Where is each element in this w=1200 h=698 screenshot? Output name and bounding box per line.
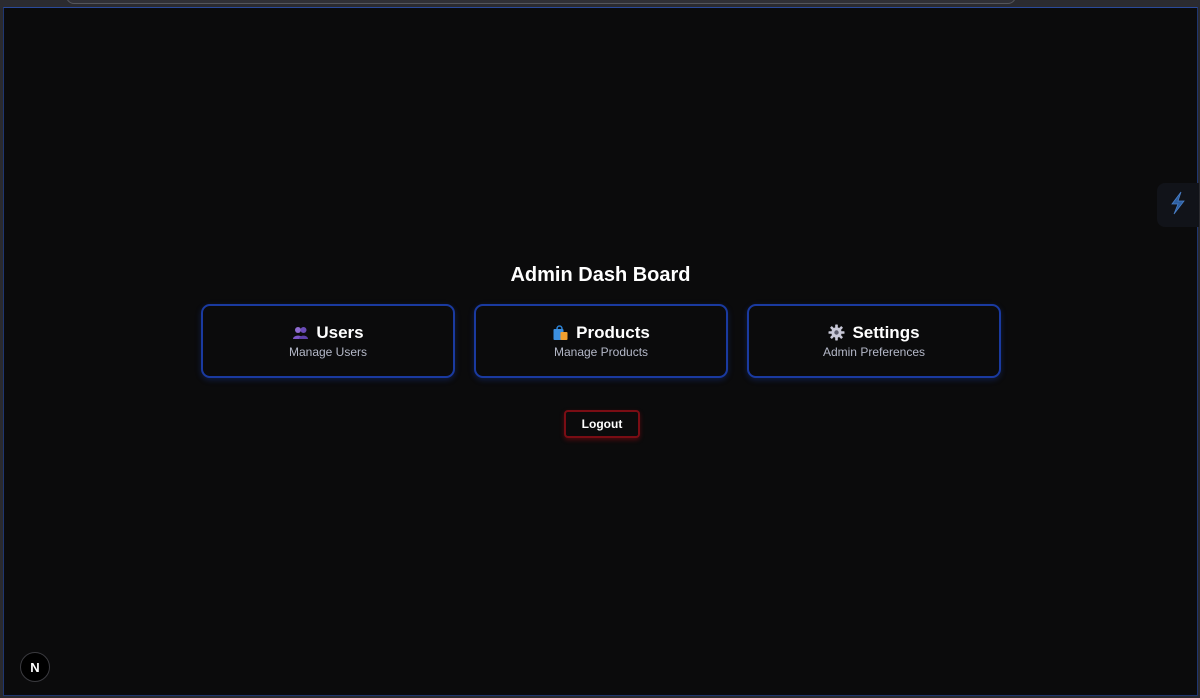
products-card-description: Manage Products: [553, 344, 649, 359]
products-card-label: Products: [576, 322, 650, 342]
page-frame: Admin Dash Board Users Manage Users Prod…: [3, 7, 1199, 696]
nextjs-dev-badge[interactable]: N: [20, 652, 50, 682]
settings-card-header: Settings: [828, 322, 920, 343]
users-icon: [292, 324, 309, 341]
address-bar[interactable]: [66, 0, 1016, 4]
settings-card-description: Admin Preferences: [822, 344, 926, 359]
logout-button[interactable]: Logout: [564, 410, 640, 438]
users-card[interactable]: Users Manage Users: [201, 304, 455, 378]
users-card-header: Users: [292, 322, 364, 343]
products-card-header: Products: [552, 323, 650, 343]
settings-card-label: Settings: [852, 322, 920, 342]
page-title: Admin Dash Board: [510, 264, 691, 286]
shopping-bag-icon: [552, 324, 569, 341]
products-card[interactable]: Products Manage Products: [474, 304, 728, 378]
gear-icon: [828, 324, 845, 341]
users-card-description: Manage Users: [288, 344, 368, 359]
side-panel-tab[interactable]: [1157, 183, 1199, 227]
users-card-label: Users: [316, 322, 364, 342]
lightning-icon: [1169, 191, 1187, 220]
settings-card[interactable]: Settings Admin Preferences: [747, 304, 1001, 378]
